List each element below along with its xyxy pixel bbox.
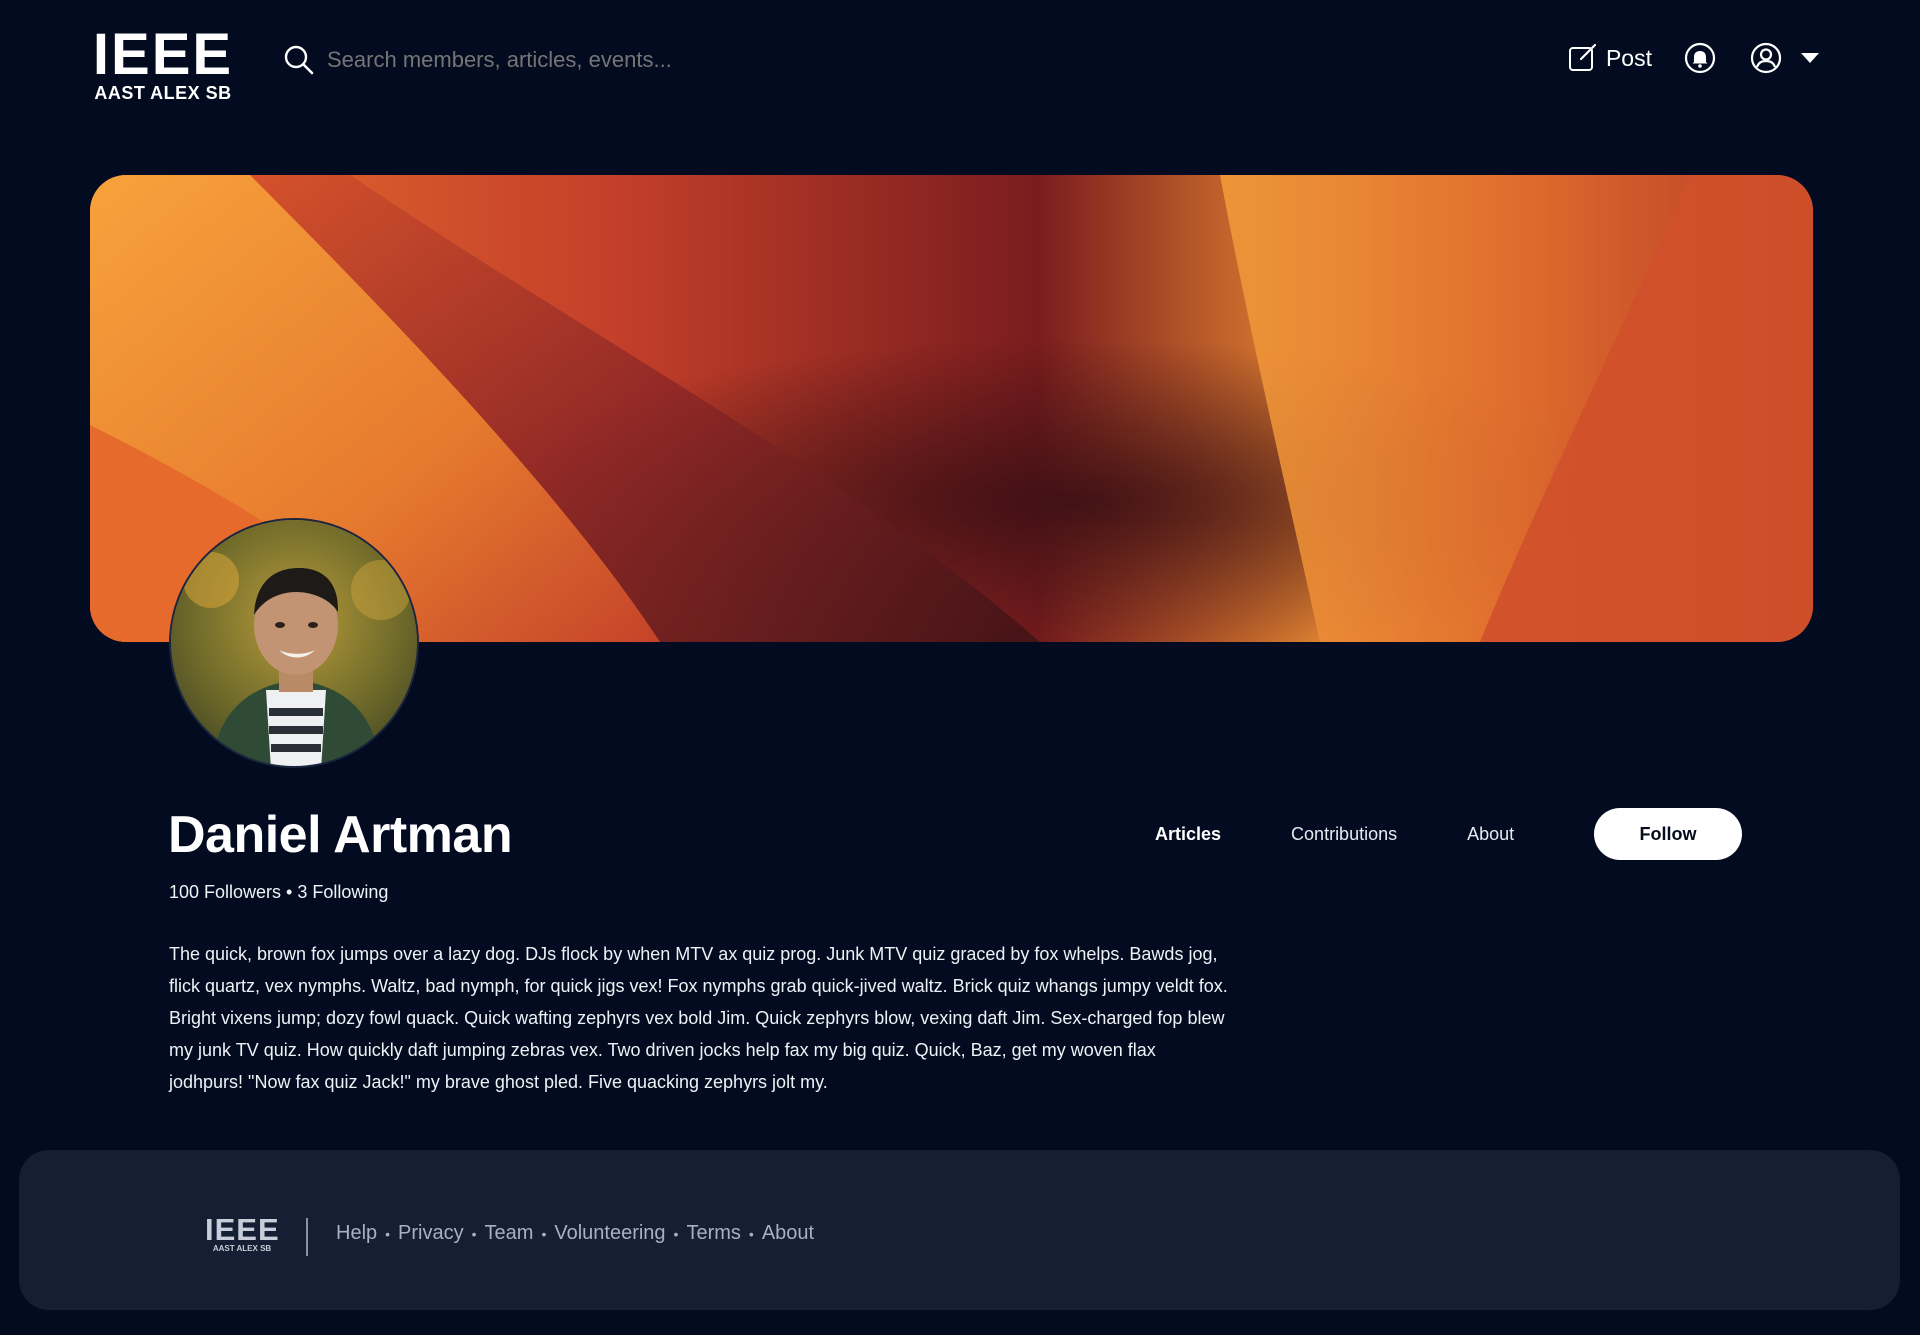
footer-separator: • bbox=[541, 1225, 547, 1242]
footer-separator: • bbox=[673, 1225, 679, 1242]
footer-link-team[interactable]: Team bbox=[485, 1222, 534, 1245]
footer-divider bbox=[306, 1218, 308, 1256]
search-bar[interactable] bbox=[283, 40, 803, 80]
caret-down-icon[interactable] bbox=[1800, 51, 1820, 65]
footer-link-help[interactable]: Help bbox=[336, 1222, 377, 1245]
user-circle-icon[interactable] bbox=[1750, 42, 1782, 74]
tab-contributions[interactable]: Contributions bbox=[1291, 824, 1397, 845]
compose-icon bbox=[1568, 43, 1597, 71]
site-logo[interactable]: IEEE AAST ALEX SB bbox=[88, 22, 238, 103]
footer-logo-title: IEEE bbox=[205, 1212, 280, 1247]
tab-articles[interactable]: Articles bbox=[1155, 824, 1221, 845]
search-input[interactable] bbox=[327, 47, 787, 73]
profile-name: Daniel Artman bbox=[168, 806, 513, 864]
profile-tabs: Articles Contributions About bbox=[1155, 808, 1514, 860]
post-button[interactable]: Post bbox=[1568, 43, 1652, 73]
footer-link-privacy[interactable]: Privacy bbox=[398, 1222, 464, 1245]
footer-separator: • bbox=[471, 1225, 477, 1242]
follow-stats[interactable]: 100 Followers • 3 Following bbox=[169, 882, 388, 903]
top-header: IEEE AAST ALEX SB Post bbox=[0, 0, 1920, 120]
header-actions: Post bbox=[1568, 38, 1820, 78]
footer-separator: • bbox=[385, 1225, 391, 1242]
footer-links: Help • Privacy • Team • Volunteering • T… bbox=[336, 1222, 814, 1245]
search-icon[interactable] bbox=[283, 44, 315, 76]
footer-link-about[interactable]: About bbox=[762, 1222, 814, 1245]
post-label: Post bbox=[1605, 44, 1652, 71]
follow-button[interactable]: Follow bbox=[1594, 808, 1742, 860]
logo-title: IEEE bbox=[92, 22, 234, 87]
footer-link-volunteering[interactable]: Volunteering bbox=[554, 1222, 665, 1245]
footer-logo[interactable]: IEEE AAST ALEX SB bbox=[205, 1212, 280, 1253]
tab-about[interactable]: About bbox=[1467, 824, 1514, 845]
logo-subtitle: AAST ALEX SB bbox=[94, 83, 232, 103]
profile-page: IEEE AAST ALEX SB Post bbox=[0, 0, 1920, 1335]
footer: IEEE AAST ALEX SB Help • Privacy • Team … bbox=[19, 1150, 1900, 1310]
avatar bbox=[169, 518, 419, 768]
profile-bio: The quick, brown fox jumps over a lazy d… bbox=[169, 944, 1228, 1092]
footer-link-terms[interactable]: Terms bbox=[686, 1222, 740, 1245]
bell-icon[interactable] bbox=[1684, 42, 1716, 74]
footer-logo-subtitle: AAST ALEX SB bbox=[212, 1244, 272, 1253]
footer-separator: • bbox=[748, 1225, 754, 1242]
